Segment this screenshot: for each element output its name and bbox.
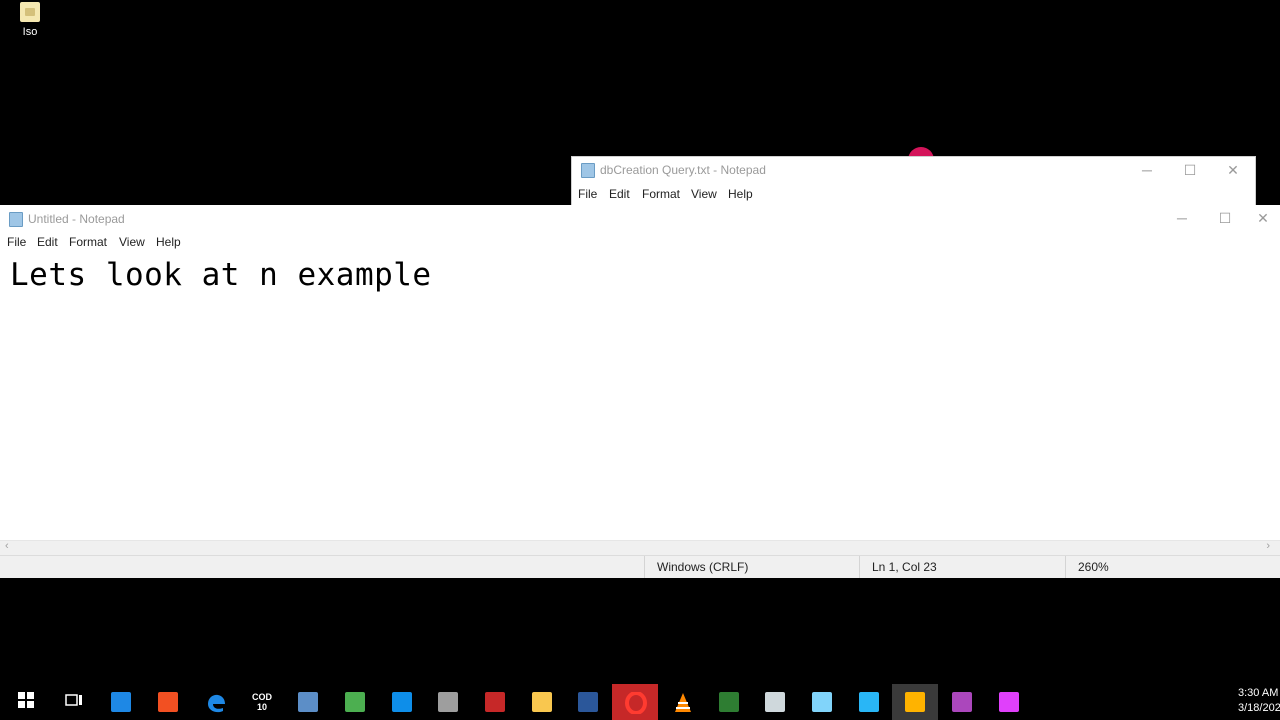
taskbar-image-app-button[interactable] xyxy=(939,684,985,720)
taskbar-lock-file-button[interactable] xyxy=(706,684,752,720)
network-icon xyxy=(298,692,318,712)
task-view-icon xyxy=(65,692,85,712)
menu-edit[interactable]: Edit xyxy=(37,235,58,249)
teamviewer-icon xyxy=(392,692,412,712)
desktop-icon-label: Iso xyxy=(22,26,38,38)
notepad-icon xyxy=(581,163,595,178)
maximize-button[interactable]: ☐ xyxy=(1168,157,1212,183)
menu-view[interactable]: View xyxy=(119,235,145,249)
printer-icon xyxy=(765,692,785,712)
taskbar-control-panel-button[interactable] xyxy=(846,684,892,720)
vlc-icon xyxy=(672,692,692,712)
horizontal-scrollbar[interactable]: ‹ › xyxy=(0,540,1280,555)
taskbar-folder-button[interactable] xyxy=(519,684,565,720)
close-button[interactable]: ✕ xyxy=(1211,157,1255,183)
word-icon xyxy=(578,692,598,712)
taskbar-file-explorer-window-button[interactable] xyxy=(98,684,144,720)
window-title: dbCreation Query.txt - Notepad xyxy=(600,163,766,177)
menu-bar: File Edit Format View Help xyxy=(572,183,1255,205)
clock-date: 3/18/2020 xyxy=(1238,702,1280,714)
status-encoding: Windows (CRLF) xyxy=(644,556,857,578)
status-bar: Windows (CRLF) Ln 1, Col 23 260% xyxy=(0,555,1280,578)
menu-file[interactable]: File xyxy=(578,187,597,201)
system-clock[interactable]: 3:30 AM 3/18/2020 xyxy=(1238,686,1280,716)
cod-game-icon: COD 10 xyxy=(252,692,272,712)
store-icon xyxy=(158,692,178,712)
taskbar-teamviewer-button[interactable] xyxy=(379,684,425,720)
menu-bar: File Edit Format View Help xyxy=(0,231,1280,253)
window-title: Untitled - Notepad xyxy=(28,212,125,226)
paint-icon xyxy=(905,692,925,712)
admin-tool-icon xyxy=(999,692,1019,712)
menu-help[interactable]: Help xyxy=(156,235,181,249)
status-zoom: 260% xyxy=(1065,556,1278,578)
notepad-window-front[interactable]: Untitled - Notepad ─ ☐ ✕ File Edit Forma… xyxy=(0,205,1280,578)
clock-time: 3:30 AM xyxy=(1238,687,1279,699)
opera-icon xyxy=(625,691,647,715)
control-panel-icon xyxy=(859,692,879,712)
taskbar-task-view-button[interactable] xyxy=(52,684,98,720)
mendeley-icon xyxy=(485,692,505,712)
status-cursor-position: Ln 1, Col 23 xyxy=(859,556,1072,578)
image-app-icon xyxy=(952,692,972,712)
desktop-icon-iso[interactable]: Iso xyxy=(8,0,52,38)
minimize-button[interactable]: ─ xyxy=(1125,157,1169,183)
taskbar: COD 10 3:30 AM 3/18/2020 xyxy=(0,684,1280,720)
notepad-window-back[interactable]: dbCreation Query.txt - Notepad ─ ☐ ✕ Fil… xyxy=(571,156,1256,206)
menu-format[interactable]: Format xyxy=(642,187,680,201)
close-button[interactable]: ✕ xyxy=(1246,205,1280,231)
folder-icon xyxy=(20,2,40,22)
taskbar-opera-button[interactable] xyxy=(612,684,658,720)
edge-icon xyxy=(205,692,225,713)
maximize-button[interactable]: ☐ xyxy=(1203,205,1247,231)
notepad-icon xyxy=(9,212,23,227)
taskbar-paint-button[interactable] xyxy=(892,684,938,720)
taskbar-windows-start-button[interactable] xyxy=(5,684,51,720)
menu-help[interactable]: Help xyxy=(728,187,753,201)
taskbar-admin-tool-button[interactable] xyxy=(986,684,1032,720)
taskbar-notepad-button[interactable] xyxy=(799,684,845,720)
scroll-right-icon[interactable]: › xyxy=(1266,540,1270,552)
taskbar-printer-button[interactable] xyxy=(752,684,798,720)
minimize-button[interactable]: ─ xyxy=(1160,205,1204,231)
file-explorer-window-icon xyxy=(111,692,131,712)
taskbar-network-button[interactable] xyxy=(285,684,331,720)
scroll-left-icon[interactable]: ‹ xyxy=(5,540,9,552)
text-editor[interactable]: Lets look at n example xyxy=(0,253,1280,543)
taskbar-cod-game-button[interactable]: COD 10 xyxy=(239,684,285,720)
taskbar-mendeley-button[interactable] xyxy=(472,684,518,720)
menu-edit[interactable]: Edit xyxy=(609,187,630,201)
lock-file-icon xyxy=(719,692,739,712)
menu-format[interactable]: Format xyxy=(69,235,107,249)
satellite-icon xyxy=(438,692,458,712)
taskbar-word-button[interactable] xyxy=(565,684,611,720)
notepad-icon xyxy=(812,692,832,712)
title-bar[interactable]: Untitled - Notepad ─ ☐ ✕ xyxy=(0,205,1280,231)
taskbar-store-button[interactable] xyxy=(145,684,191,720)
taskbar-chip-app-button[interactable] xyxy=(332,684,378,720)
taskbar-vlc-button[interactable] xyxy=(659,684,705,720)
folder-icon xyxy=(532,692,552,712)
chip-app-icon xyxy=(345,692,365,712)
title-bar[interactable]: dbCreation Query.txt - Notepad ─ ☐ ✕ xyxy=(572,157,1255,183)
menu-view[interactable]: View xyxy=(691,187,717,201)
taskbar-edge-button[interactable] xyxy=(192,684,238,720)
windows-start-icon xyxy=(18,692,38,712)
menu-file[interactable]: File xyxy=(7,235,26,249)
taskbar-satellite-button[interactable] xyxy=(425,684,471,720)
